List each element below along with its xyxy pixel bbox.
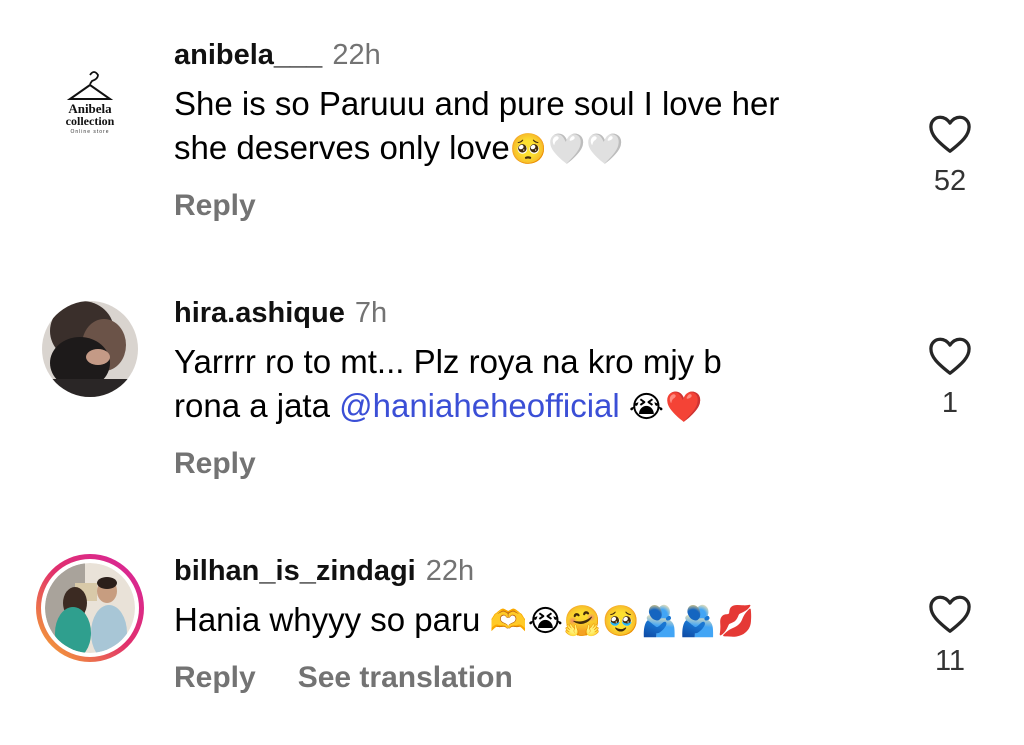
logo-text-line3: Online store: [71, 129, 110, 135]
anibela-logo: Anibela collection Online store: [66, 71, 115, 135]
like-count: 52: [933, 165, 967, 197]
like-control: 11: [918, 594, 982, 676]
like-control: 1: [918, 336, 982, 418]
comment-emojis: 🫶😭🤗🥹🫂🫂💋: [489, 604, 756, 639]
reply-button[interactable]: Reply: [174, 189, 256, 222]
profile-photo: [45, 563, 135, 653]
reply-button[interactable]: Reply: [174, 447, 256, 480]
avatar-story-ring[interactable]: [36, 554, 144, 662]
comment-content: hira.ashique 7h Yarrrr ro to mt... Plz ro…: [174, 294, 894, 484]
comment-timestamp: 7h: [354, 297, 388, 329]
logo-text-line2: collection: [66, 114, 115, 128]
heart-outline-icon[interactable]: [928, 114, 972, 154]
comment-meta: anibela___ 22h: [174, 36, 894, 74]
comment-meta: hira.ashique 7h: [174, 294, 894, 332]
comment-timestamp: 22h: [332, 39, 381, 71]
comment-content: bilhan_is_zindagi 22h Hania whyyy so paru…: [174, 552, 894, 698]
heart-outline-icon[interactable]: [928, 594, 972, 634]
comment-meta: bilhan_is_zindagi 22h: [174, 552, 894, 590]
comment-username[interactable]: hira.ashique: [174, 297, 345, 329]
comment-emojis: 🥺🤍🤍: [509, 132, 625, 167]
comment-actions: Reply: [174, 444, 894, 484]
avatar[interactable]: [42, 301, 138, 397]
comment-body: Hania whyyy so paru: [174, 601, 490, 638]
comment-text: She is so Paruuu and pure soul I love he…: [174, 82, 894, 172]
comment-text: Hania whyyy so paru 🫶😭🤗🥹🫂🫂💋: [174, 598, 894, 644]
avatar: [41, 559, 139, 657]
avatar[interactable]: Anibela collection Online store: [42, 57, 138, 153]
comment-username[interactable]: anibela___: [174, 39, 322, 71]
comment-text: Yarrrr ro to mt... Plz roya na kro mjy b…: [174, 340, 894, 430]
comment-actions: Reply: [174, 186, 894, 226]
comment-body: She is so Paruuu and pure soul I love he…: [174, 85, 780, 166]
comment-username[interactable]: bilhan_is_zindagi: [174, 555, 416, 587]
profile-photo: [42, 301, 138, 397]
like-count: 11: [934, 645, 966, 677]
see-translation-button[interactable]: See translation: [298, 661, 513, 694]
like-count: 1: [941, 387, 959, 419]
heart-outline-icon[interactable]: [928, 336, 972, 376]
comment-actions: Reply See translation: [174, 658, 894, 698]
comment-timestamp: 22h: [425, 555, 475, 587]
like-control: 52: [918, 114, 982, 196]
mention-link[interactable]: @haniaheheofficial: [339, 387, 620, 424]
reply-button[interactable]: Reply: [174, 661, 256, 694]
comment-content: anibela___ 22h She is so Paruuu and pure …: [174, 36, 894, 226]
comment-emojis: 😭❤️: [628, 390, 704, 425]
